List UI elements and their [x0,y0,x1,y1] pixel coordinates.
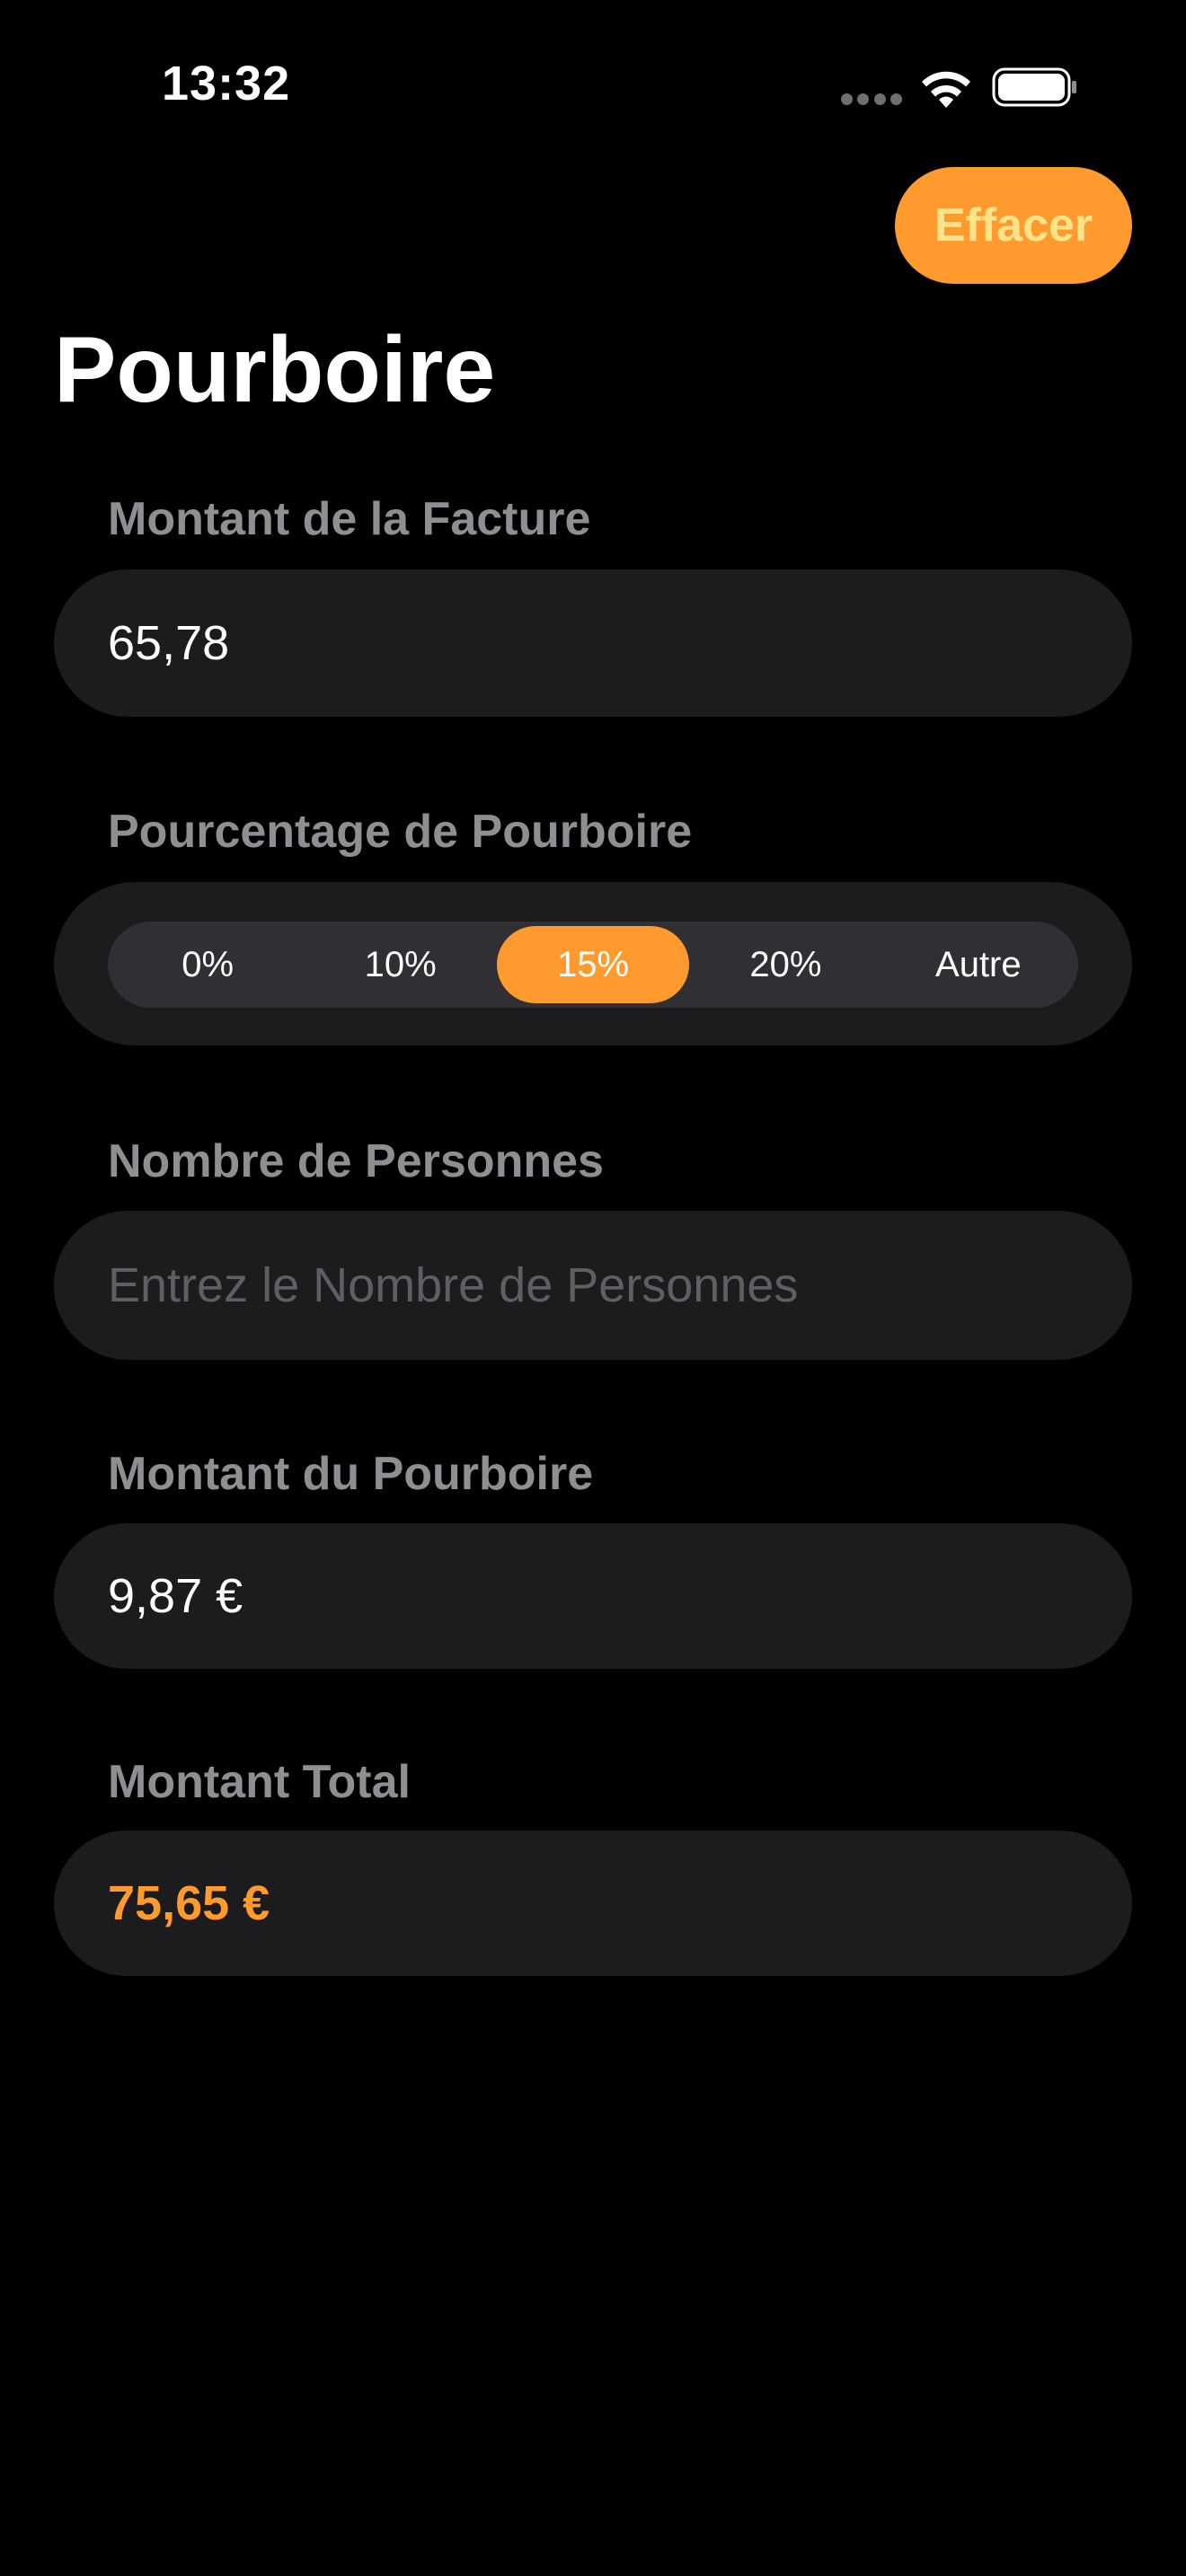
people-count-input[interactable] [108,1257,1132,1313]
segment-other[interactable]: Autre [882,926,1075,1003]
people-count-field[interactable] [54,1211,1132,1360]
tip-percentage-card: 0% 10% 15% 20% Autre [54,882,1132,1045]
battery-icon [992,67,1076,107]
segment-0-percent[interactable]: 0% [111,926,304,1003]
status-time: 13:32 [162,57,291,110]
segment-10-percent[interactable]: 10% [304,926,496,1003]
people-count-label: Nombre de Personnes [108,1135,604,1187]
bill-amount-label: Montant de la Facture [108,493,591,545]
segment-15-percent[interactable]: 15% [496,926,690,1003]
total-amount-value: 75,65 € [108,1876,270,1930]
clear-button[interactable]: Effacer [895,167,1132,284]
tip-amount-field: 9,87 € [54,1523,1132,1669]
total-amount-label: Montant Total [108,1756,411,1808]
total-amount-field: 75,65 € [54,1831,1132,1976]
wifi-icon [922,71,970,108]
segment-20-percent[interactable]: 20% [689,926,881,1003]
bill-amount-input[interactable] [108,615,1132,671]
tip-percentage-picker[interactable]: 0% 10% 15% 20% Autre [108,922,1078,1008]
status-bar: 13:32 [0,0,1186,171]
tip-amount-value: 9,87 € [108,1569,243,1623]
tip-amount-label: Montant du Pourboire [108,1448,594,1500]
tip-percentage-label: Pourcentage de Pourboire [108,806,693,858]
bill-amount-field[interactable] [54,569,1132,717]
signal-icon [841,93,902,106]
page-title: Pourboire [54,318,496,422]
